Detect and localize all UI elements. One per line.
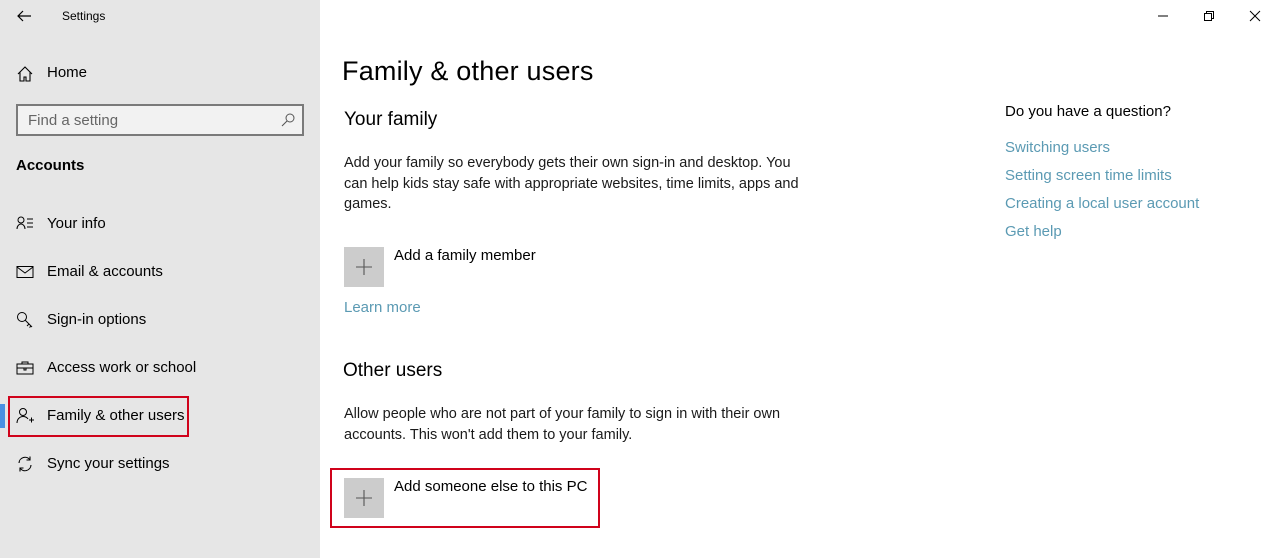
learn-more-link[interactable]: Learn more	[344, 299, 421, 316]
search-icon[interactable]	[280, 112, 296, 128]
your-family-description: Add your family so everybody gets their …	[344, 155, 799, 212]
sidebar-item-label: Your info	[47, 215, 106, 232]
sidebar-item-sign-in-options[interactable]: Sign-in options	[0, 300, 320, 340]
back-arrow-icon	[17, 10, 31, 22]
sidebar-item-label: Sign-in options	[47, 311, 147, 328]
sidebar-item-family-other-users[interactable]: Family & other users	[0, 396, 320, 436]
other-users-heading: Other users	[343, 360, 443, 381]
sidebar-item-label: Sync your settings	[47, 455, 170, 472]
home-label: Home	[47, 64, 88, 81]
contact-info-icon	[16, 216, 33, 230]
mail-icon	[16, 266, 34, 278]
search-box[interactable]	[16, 104, 304, 136]
add-someone-else-label: Add someone else to this PC	[394, 478, 588, 495]
sidebar-item-email-accounts[interactable]: Email & accounts	[0, 252, 320, 292]
close-icon	[1249, 10, 1261, 22]
add-someone-else-button[interactable]: Add someone else to this PC	[344, 478, 587, 518]
other-users-description: Allow people who are not part of your fa…	[344, 406, 781, 443]
window-controls	[1140, 0, 1278, 32]
your-family-heading: Your family	[344, 109, 438, 130]
sidebar-item-sync-settings[interactable]: Sync your settings	[0, 444, 320, 484]
plus-icon	[356, 490, 372, 506]
back-button[interactable]	[12, 4, 36, 28]
add-family-member-label: Add a family member	[394, 247, 536, 264]
help-link-switching-users[interactable]: Switching users	[1005, 139, 1110, 156]
help-title: Do you have a question?	[1005, 103, 1171, 120]
sidebar-item-label: Access work or school	[47, 359, 197, 376]
sidebar-item-access-work-school[interactable]: Access work or school	[0, 348, 320, 388]
help-link-local-user-account[interactable]: Creating a local user account	[1005, 195, 1199, 212]
help-link-get-help[interactable]: Get help	[1005, 223, 1062, 240]
close-button[interactable]	[1232, 0, 1278, 32]
sidebar-item-label: Family & other users	[47, 407, 185, 424]
help-link-screen-time-limits[interactable]: Setting screen time limits	[1005, 167, 1172, 184]
sidebar-item-your-info[interactable]: Your info	[0, 204, 320, 244]
sidebar-item-label: Email & accounts	[47, 263, 163, 280]
plus-tile	[344, 247, 384, 287]
plus-tile	[344, 478, 384, 518]
briefcase-icon	[16, 361, 34, 375]
restore-button[interactable]	[1186, 0, 1232, 32]
sync-icon	[18, 456, 32, 472]
settings-window: Settings Home Accounts Your info Email &…	[0, 0, 1278, 558]
search-input[interactable]	[18, 111, 268, 129]
home-icon	[17, 66, 33, 82]
plus-icon	[356, 259, 372, 275]
sidebar: Settings Home Accounts Your info Email &…	[0, 0, 320, 558]
restore-icon	[1204, 11, 1214, 21]
key-icon	[17, 312, 33, 328]
section-title-accounts: Accounts	[16, 157, 85, 174]
minimize-button[interactable]	[1140, 0, 1186, 32]
page-title: Family & other users	[342, 56, 594, 86]
main-content: Family & other users Your family Add you…	[320, 0, 1278, 558]
add-person-icon	[16, 408, 34, 424]
minimize-icon	[1158, 15, 1168, 17]
add-family-member-button[interactable]: Add a family member	[344, 247, 536, 287]
sidebar-home[interactable]: Home	[0, 56, 320, 90]
window-title: Settings	[62, 9, 106, 23]
